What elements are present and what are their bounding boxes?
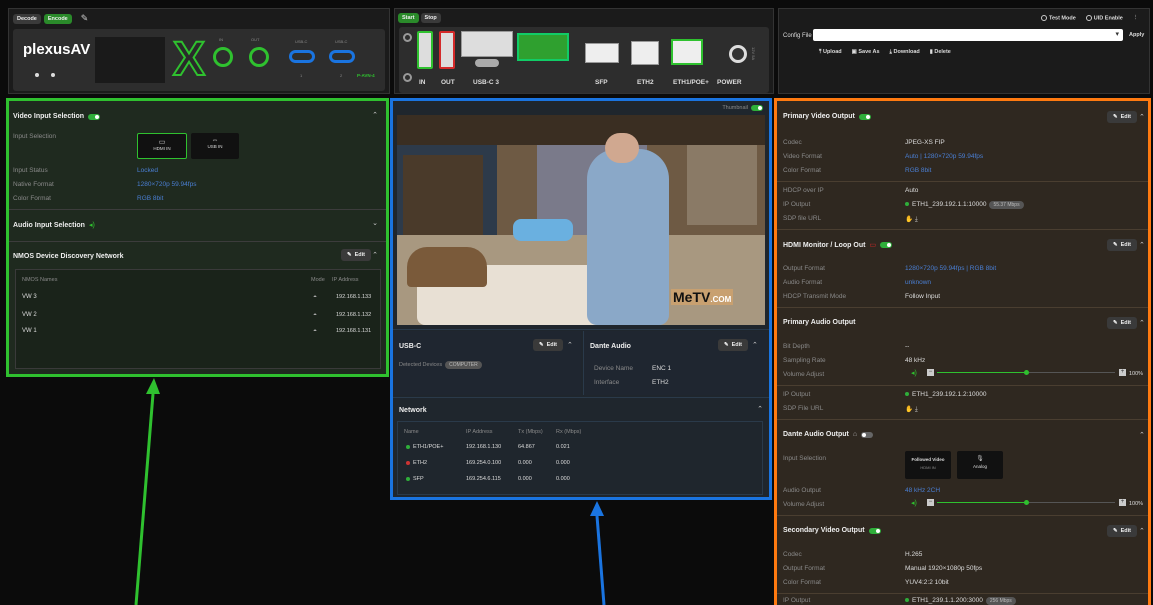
- blue-arrow: [590, 501, 606, 605]
- annotation-arrows: [134, 378, 606, 605]
- green-arrow: [134, 378, 160, 605]
